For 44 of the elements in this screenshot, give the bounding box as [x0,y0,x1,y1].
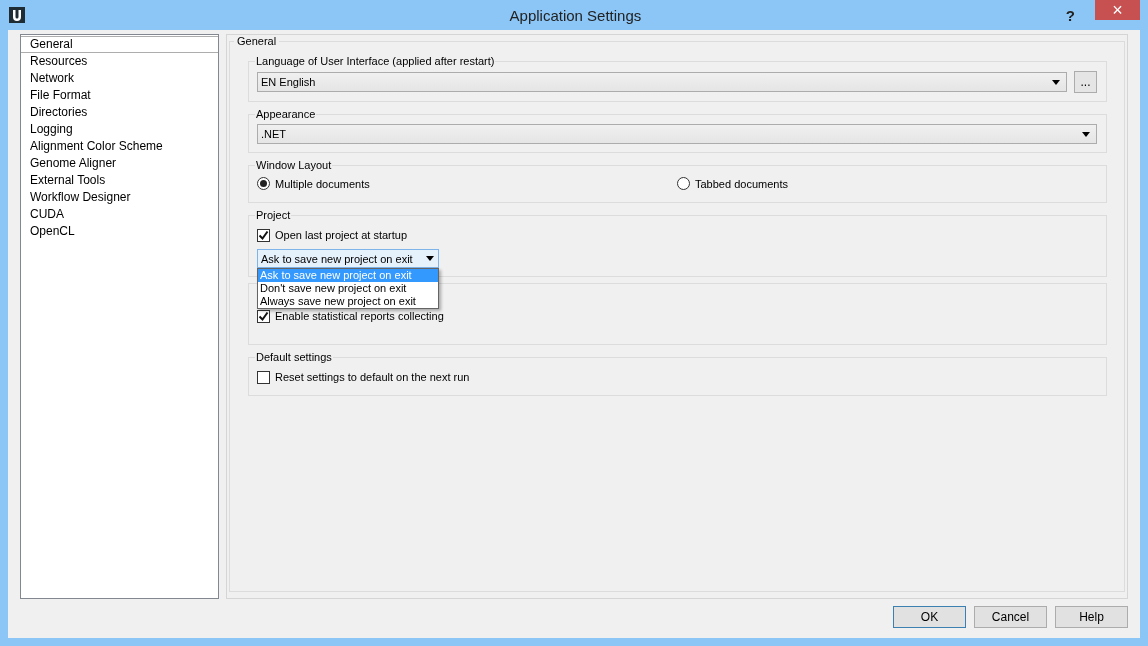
checkbox-label: Open last project at startup [275,229,408,241]
help-button[interactable]: ? [1065,6,1075,24]
group-title: Default settings [255,351,333,363]
sidebar-item[interactable]: OpenCL [21,223,218,240]
sidebar-item[interactable]: General [21,36,218,53]
sidebar-item[interactable]: Genome Aligner [21,155,218,172]
browse-button[interactable]: ... [1074,71,1097,93]
radio-button[interactable] [257,177,270,190]
sidebar-item[interactable]: File Format [21,87,218,104]
group-title: Project [255,209,292,221]
caret-icon [1052,79,1060,85]
dropdown-field[interactable]: .NET [257,124,1097,144]
group-title: Language of User Interface (applied after restart) [255,55,496,67]
dialog-button[interactable]: OK [893,606,966,628]
checkbox[interactable] [257,228,270,242]
dropdown-option[interactable]: Always save new project on exit [258,295,438,308]
radio-label: Multiple documents [275,177,370,190]
sidebar-item[interactable]: Directories [21,104,218,121]
dropdown-field[interactable]: Ask to save new project on exit [257,249,439,268]
close-button[interactable]: × [1095,0,1140,20]
checkbox-label: Enable statistical reports collecting [275,310,444,322]
sidebar-item[interactable]: Workflow Designer [21,189,218,206]
dialog-button[interactable]: Cancel [974,606,1047,628]
checkbox-label: Reset settings to default on the next run [275,371,470,383]
radio-label: Tabbed documents [695,177,788,190]
group-title: Appearance [255,108,317,120]
dialog-button[interactable]: Help [1055,606,1128,628]
sidebar-item[interactable]: Network [21,70,218,87]
window-title: Application Settings [508,6,643,24]
app-logo-icon [9,7,25,23]
checkbox[interactable] [257,370,270,384]
dropdown-field[interactable]: EN English [257,72,1067,92]
caret-icon [426,256,434,261]
sidebar-item[interactable]: Alignment Color Scheme [21,138,218,155]
caret-icon [1082,131,1090,137]
sidebar-item[interactable]: CUDA [21,206,218,223]
dropdown-option[interactable]: Don't save new project on exit [258,282,438,295]
sidebar-item[interactable]: Resources [21,53,218,70]
sidebar-item[interactable]: External Tools [21,172,218,189]
radio-button[interactable] [677,177,690,190]
panel-title: General [236,35,278,47]
checkbox[interactable] [257,309,270,323]
group-title: Window Layout [255,159,333,171]
sidebar-item[interactable]: Logging [21,121,218,138]
